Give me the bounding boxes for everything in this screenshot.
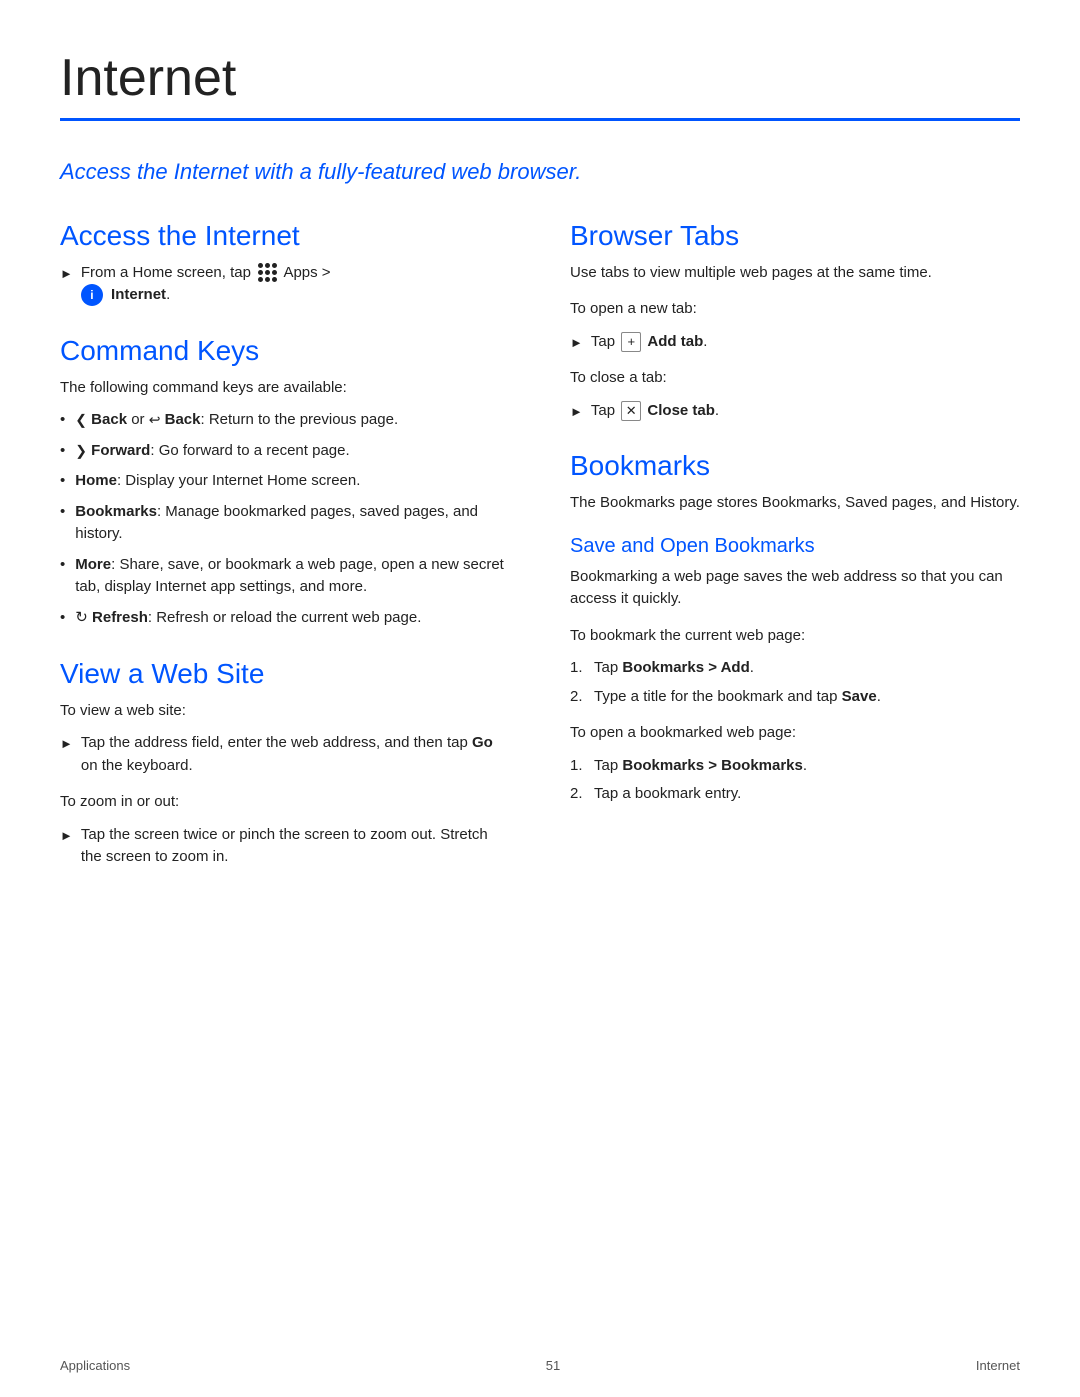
access-internet-step: ► From a Home screen, tap Apps > i Inter…	[60, 262, 510, 307]
bookmark-step-2: Type a title for the bookmark and tap Sa…	[570, 686, 1020, 709]
close-tab-icon: ✕	[621, 401, 641, 421]
new-tab-step: ► Tap + Add tab.	[570, 331, 1020, 354]
bookmark-step-1-text: Tap Bookmarks > Add.	[594, 657, 754, 680]
apps-grid-icon	[258, 263, 277, 282]
zoom-intro: To zoom in or out:	[60, 791, 510, 814]
bookmark-steps-list: Tap Bookmarks > Add. Type a title for th…	[570, 657, 1020, 708]
zoom-step-text: Tap the screen twice or pinch the screen…	[81, 824, 510, 869]
cmd-bookmarks: Bookmarks: Manage bookmarked pages, save…	[60, 501, 510, 546]
arrow-icon: ►	[60, 264, 73, 284]
arrow-icon-4: ►	[570, 333, 583, 353]
arrow-icon-3: ►	[60, 826, 73, 846]
open-bookmark-steps-list: Tap Bookmarks > Bookmarks. Tap a bookmar…	[570, 755, 1020, 806]
view-website-title: View a Web Site	[60, 658, 510, 690]
bookmark-current-intro: To bookmark the current web page:	[570, 625, 1020, 648]
cmd-home: Home: Display your Internet Home screen.	[60, 470, 510, 493]
left-column: Access the Internet ► From a Home screen…	[60, 220, 510, 877]
back-chevron-icon: ❮	[75, 412, 87, 428]
footer-right: Internet	[976, 1358, 1020, 1373]
close-tab-step: ► Tap ✕ Close tab.	[570, 400, 1020, 423]
view-website-step1-text: Tap the address field, enter the web add…	[81, 732, 510, 777]
close-tab-text: Tap ✕ Close tab.	[591, 400, 719, 423]
bookmarks-desc: The Bookmarks page stores Bookmarks, Sav…	[570, 492, 1020, 515]
open-bookmark-step-2: Tap a bookmark entry.	[570, 783, 1020, 806]
add-tab-icon: +	[621, 332, 641, 352]
browser-tabs-title: Browser Tabs	[570, 220, 1020, 252]
bookmarks-title: Bookmarks	[570, 450, 1020, 482]
arrow-icon-2: ►	[60, 734, 73, 754]
internet-circle-icon: i	[81, 284, 103, 306]
open-bookmark-step-1-text: Tap Bookmarks > Bookmarks.	[594, 755, 807, 778]
new-tab-intro: To open a new tab:	[570, 298, 1020, 321]
forward-chevron-icon: ❯	[75, 442, 87, 458]
intro-text: Access the Internet with a fully-feature…	[60, 157, 1020, 188]
access-internet-text: From a Home screen, tap Apps > i Interne…	[81, 262, 331, 307]
right-column: Browser Tabs Use tabs to view multiple w…	[570, 220, 1020, 877]
cmd-refresh: ↻ Refresh: Refresh or reload the current…	[60, 607, 510, 630]
open-bookmarked-intro: To open a bookmarked web page:	[570, 722, 1020, 745]
view-website-step1: ► Tap the address field, enter the web a…	[60, 732, 510, 777]
command-keys-list: ❮ Back or ↩ Back: Return to the previous…	[60, 409, 510, 629]
cmd-more: More: Share, save, or bookmark a web pag…	[60, 554, 510, 599]
browser-tabs-desc: Use tabs to view multiple web pages at t…	[570, 262, 1020, 285]
bookmark-step-2-text: Type a title for the bookmark and tap Sa…	[594, 686, 881, 709]
save-open-title: Save and Open Bookmarks	[570, 535, 1020, 558]
footer: Applications 51 Internet	[60, 1358, 1020, 1373]
back-arrow-icon: ↩	[149, 412, 161, 428]
blue-divider	[60, 118, 1020, 121]
access-internet-title: Access the Internet	[60, 220, 510, 252]
command-keys-title: Command Keys	[60, 335, 510, 367]
save-open-desc: Bookmarking a web page saves the web add…	[570, 566, 1020, 611]
cmd-back: ❮ Back or ↩ Back: Return to the previous…	[60, 409, 510, 432]
command-keys-intro: The following command keys are available…	[60, 377, 510, 400]
page-title: Internet	[60, 48, 1020, 108]
open-bookmark-step-1: Tap Bookmarks > Bookmarks.	[570, 755, 1020, 778]
new-tab-text: Tap + Add tab.	[591, 331, 708, 354]
footer-left: Applications	[60, 1358, 130, 1373]
footer-center: 51	[546, 1358, 560, 1373]
zoom-step: ► Tap the screen twice or pinch the scre…	[60, 824, 510, 869]
open-bookmark-step-2-text: Tap a bookmark entry.	[594, 783, 741, 806]
view-website-intro: To view a web site:	[60, 700, 510, 723]
two-column-layout: Access the Internet ► From a Home screen…	[60, 220, 1020, 877]
close-tab-intro: To close a tab:	[570, 367, 1020, 390]
cmd-forward: ❯ Forward: Go forward to a recent page.	[60, 440, 510, 463]
refresh-icon: ↻	[75, 609, 88, 626]
bookmark-step-1: Tap Bookmarks > Add.	[570, 657, 1020, 680]
arrow-icon-5: ►	[570, 402, 583, 422]
